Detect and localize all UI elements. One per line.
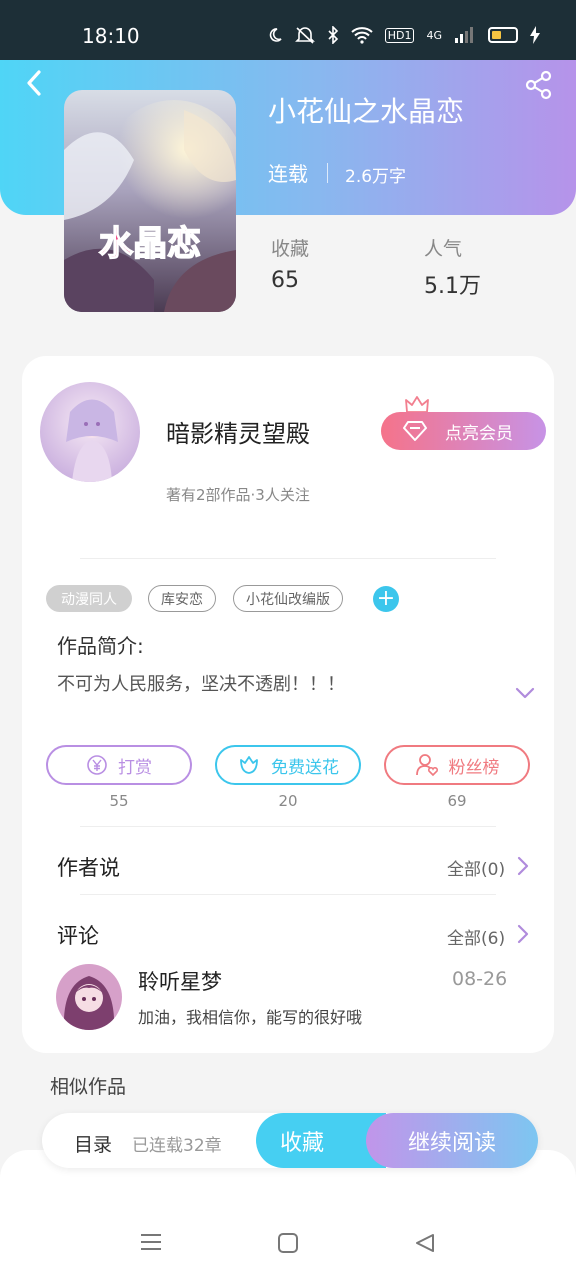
author-name[interactable]: 暗影精灵望殿 [166,414,310,449]
share-icon[interactable] [524,70,554,100]
comment-text: 加油，我相信你，能写的很好哦 [138,1008,363,1027]
toc-chapter-count: 已连载32章 [132,1136,222,1156]
back-triangle-icon[interactable] [414,1232,436,1254]
send-flower-button[interactable]: 免费送花 [215,745,361,785]
intro-title: 作品简介: [57,634,144,658]
send-flower-label: 免费送花 [271,757,339,778]
charging-icon [530,26,540,44]
flower-icon [240,756,258,774]
fan-count: 69 [447,792,467,810]
continue-reading-button[interactable]: 继续阅读 [366,1113,538,1168]
vip-button-label: 点亮会员 [445,423,513,444]
divider [80,894,496,895]
battery-icon [488,27,518,43]
fan-ranking-button[interactable]: 粉丝榜 [384,745,530,785]
favorite-button-label: 收藏 [280,1130,325,1156]
continue-reading-label: 继续阅读 [407,1130,496,1156]
commenter-avatar[interactable] [56,964,122,1030]
divider [80,558,496,559]
stat-popularity-label: 人气 [424,238,463,260]
chevron-right-icon[interactable] [516,856,530,876]
reward-count: 55 [109,792,129,810]
author-say-all-link[interactable]: 全部(0) [447,855,505,880]
home-icon[interactable] [277,1232,299,1254]
wifi-icon [351,27,373,44]
book-status: 连载 [268,162,308,186]
reward-label: 打赏 [118,757,152,778]
back-icon[interactable] [20,68,50,98]
status-bar: 18:10 HD1 4G [0,0,576,60]
plus-icon: + [376,586,396,611]
book-title: 小花仙之水晶恋 [268,95,465,128]
status-time: 18:10 [82,24,140,48]
signal-icon [455,27,473,43]
chevron-down-icon[interactable] [514,682,536,704]
book-word-count: 2.6万字 [345,167,407,187]
author-say-title: 作者说 [57,856,120,880]
add-tag-button[interactable]: + [373,586,399,612]
status-divider [327,163,328,183]
comments-title: 评论 [57,924,99,948]
similar-works-title: 相似作品 [50,1076,127,1098]
commenter-name: 聆听星梦 [138,970,222,994]
author-avatar[interactable] [40,382,140,482]
yen-icon [87,755,107,775]
author-meta: 著有2部作品·3人关注 [166,486,310,504]
stat-favorites-value: 65 [271,268,299,293]
fan-icon [415,754,438,777]
reward-button[interactable]: 打赏 [46,745,192,785]
stat-favorites-label: 收藏 [271,238,310,260]
network-label: 4G [426,28,442,42]
flower-count: 20 [278,792,298,810]
fan-ranking-label: 粉丝榜 [448,757,500,778]
mute-icon [294,27,315,44]
tag-item[interactable]: 库安恋 [148,585,216,612]
book-cover[interactable]: 水晶恋 [64,90,236,312]
status-icons: HD1 4G [267,26,540,44]
hd-badge: HD1 [384,27,415,43]
menu-icon[interactable] [140,1232,162,1252]
intro-text: 不可为人民服务，坚决不透剧！！！ [57,674,345,695]
divider [80,826,496,827]
cover-title-art: 水晶恋 [99,224,201,264]
diamond-icon [403,421,427,441]
toc-button[interactable]: 目录 [74,1130,112,1157]
comments-all-link[interactable]: 全部(6) [447,924,505,949]
comment-date: 08-26 [452,968,508,990]
tag-item[interactable]: 小花仙改编版 [233,585,343,612]
bluetooth-icon [328,26,338,44]
moon-icon [269,28,282,42]
system-nav-bar [0,1210,576,1280]
chevron-right-icon[interactable] [516,924,530,944]
tag-item[interactable]: 动漫同人 [46,585,132,612]
vip-button[interactable]: 点亮会员 [381,412,546,450]
stat-popularity-value: 5.1万 [424,274,481,299]
